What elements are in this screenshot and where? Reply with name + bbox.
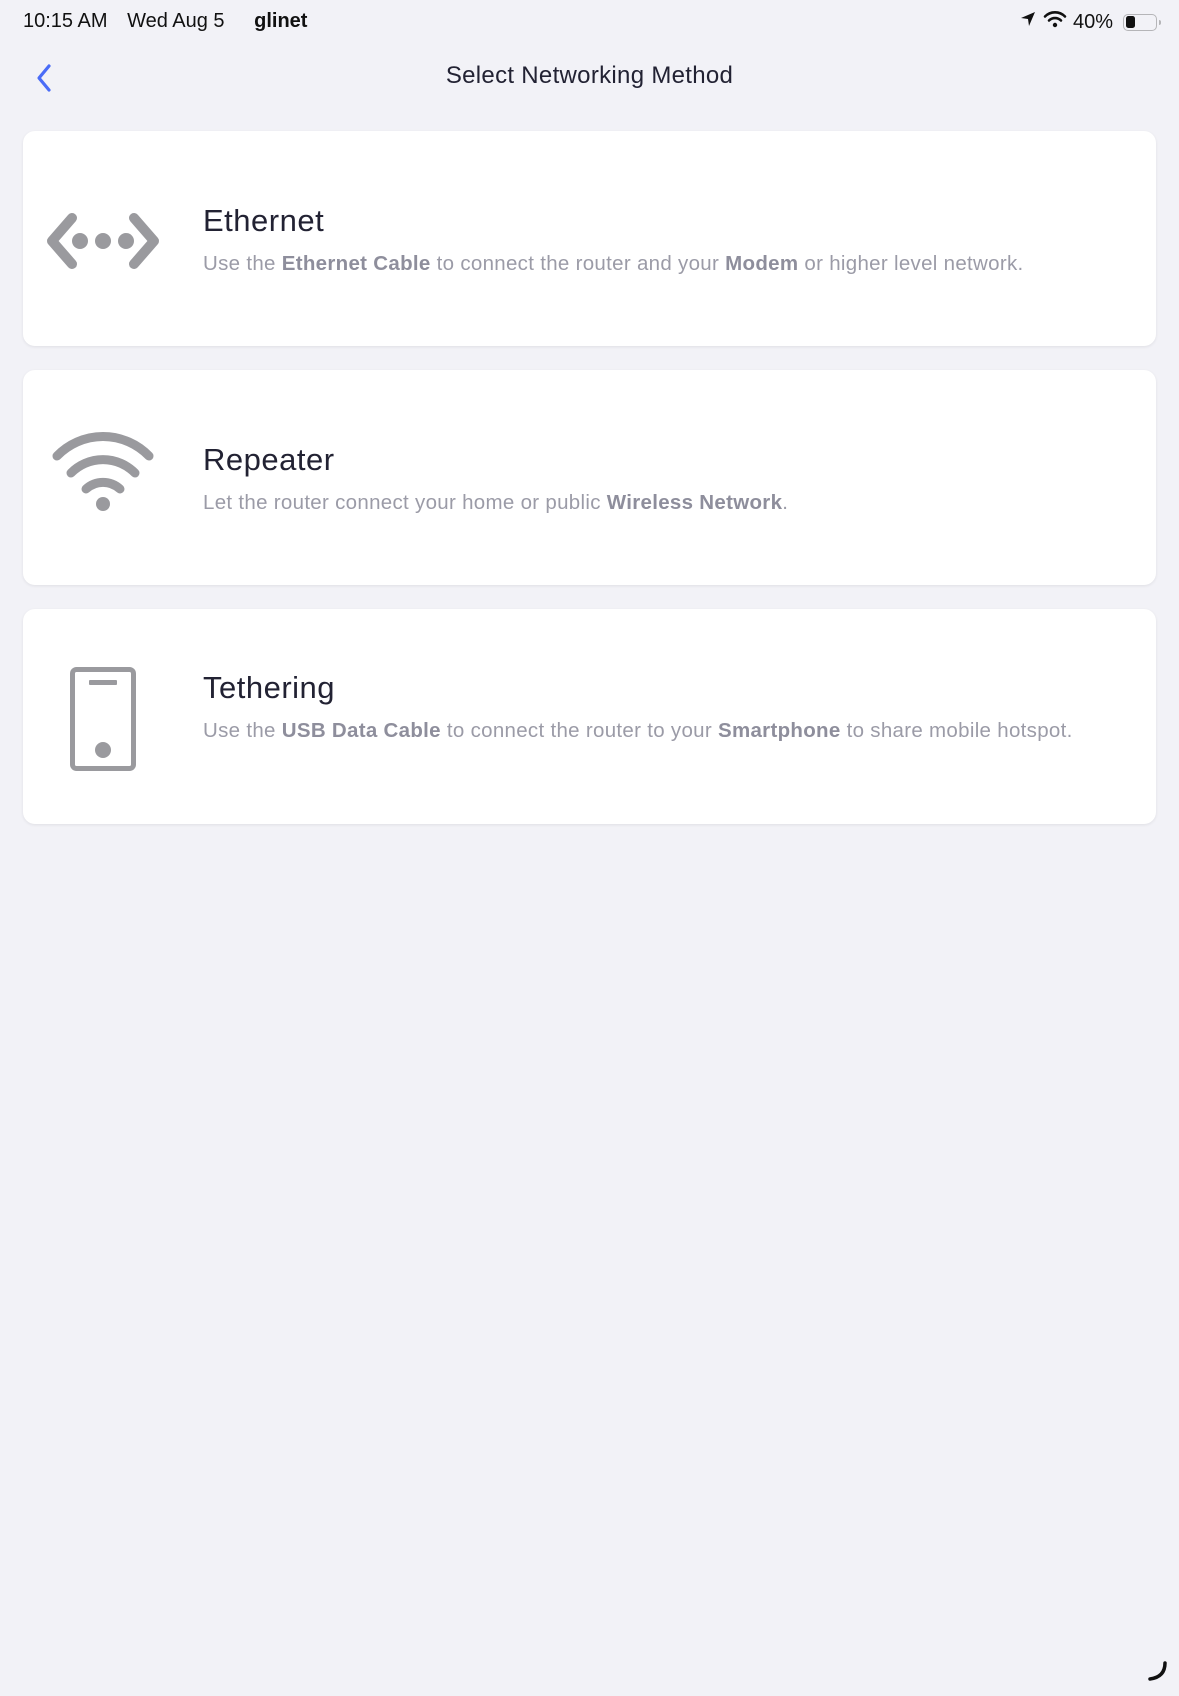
option-description: Let the router connect your home or publ…: [203, 490, 1086, 516]
option-description: Use the USB Data Cable to connect the ro…: [203, 718, 1086, 744]
page-title: Select Networking Method: [445, 62, 734, 89]
status-right: 40%: [1019, 9, 1161, 35]
description-emphasis: Wireless Network: [606, 491, 783, 514]
repeater-option-card[interactable]: Repeater Let the router connect your hom…: [23, 370, 1156, 585]
repeater-option-text: Repeater Let the router connect your hom…: [203, 442, 1086, 516]
description-emphasis: USB Data Cable: [281, 719, 441, 742]
description-text: to share mobile hotspot.: [840, 719, 1073, 742]
description-emphasis: Smartphone: [717, 719, 841, 742]
status-time: 10:15 AM: [23, 10, 108, 32]
description-text: Let the router connect your home or publ…: [203, 491, 607, 514]
description-emphasis: Modem: [725, 252, 799, 275]
option-description: Use the Ethernet Cable to connect the ro…: [203, 251, 1086, 277]
description-text: or higher level network.: [798, 252, 1024, 275]
tethering-option-text: Tethering Use the USB Data Cable to conn…: [203, 670, 1086, 744]
description-text: to connect the router to your: [440, 719, 718, 742]
description-text: Use the: [203, 252, 282, 275]
smartphone-icon: [38, 665, 168, 773]
ethernet-option-text: Ethernet Use the Ethernet Cable to conne…: [203, 203, 1086, 277]
battery-icon: [1123, 13, 1161, 31]
tethering-option-card[interactable]: Tethering Use the USB Data Cable to conn…: [23, 609, 1156, 824]
description-emphasis: Ethernet Cable: [281, 252, 431, 275]
wifi-status-icon: [1043, 10, 1067, 34]
description-text: Use the: [203, 719, 282, 742]
option-title: Repeater: [203, 442, 335, 477]
resize-corner-icon: [1145, 1659, 1169, 1688]
option-title: Tethering: [203, 670, 336, 705]
battery-fill: [1125, 16, 1136, 28]
status-bar: 10:15 AM Wed Aug 5 glinet 40%: [0, 0, 1179, 46]
wifi-icon: [38, 410, 168, 530]
status-app-name: glinet: [254, 10, 308, 32]
battery-tip: [1159, 19, 1161, 25]
battery-percent: 40%: [1072, 10, 1113, 33]
status-date: Wed Aug 5: [127, 10, 225, 32]
ethernet-icon: [38, 186, 168, 296]
description-text: to connect the router and your: [430, 252, 726, 275]
option-title: Ethernet: [203, 203, 325, 238]
description-text: .: [782, 491, 789, 514]
ethernet-option-card[interactable]: Ethernet Use the Ethernet Cable to conne…: [23, 131, 1156, 346]
status-left: 10:15 AM Wed Aug 5 glinet: [23, 10, 321, 33]
location-arrow-icon: [1019, 10, 1037, 34]
nav-bar: Select Networking Method: [0, 46, 1179, 110]
